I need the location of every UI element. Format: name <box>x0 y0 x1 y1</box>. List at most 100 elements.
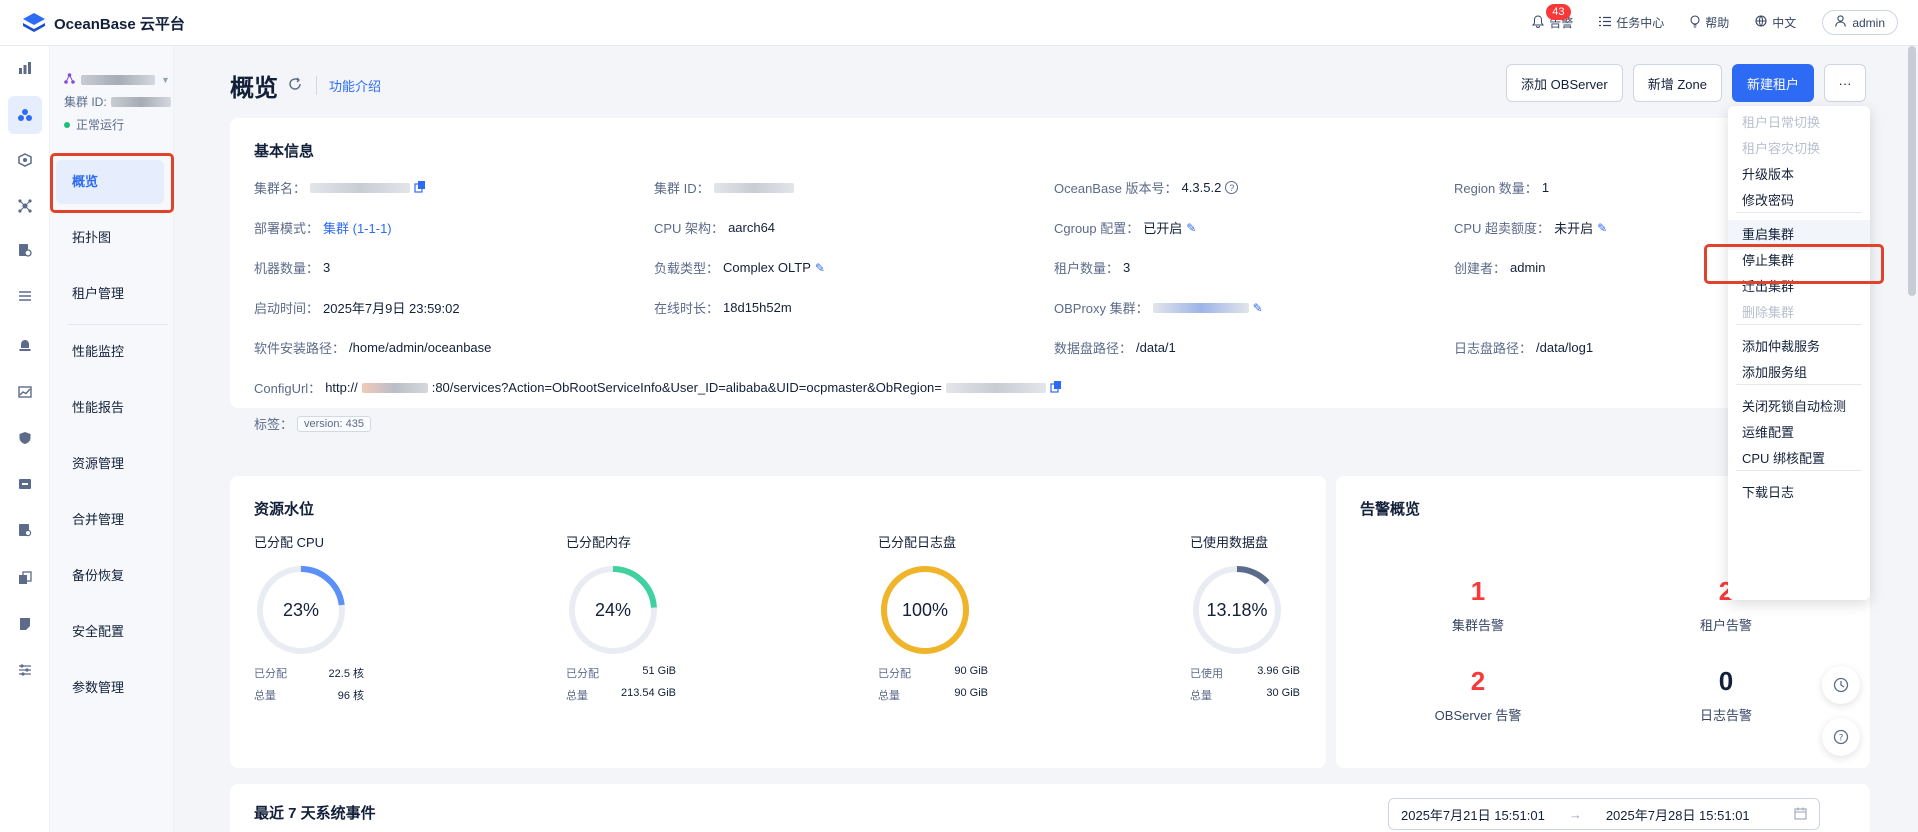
gauge-stat2-value: 96 核 <box>337 690 364 702</box>
cluster-alarm-count: 1 <box>1470 576 1486 606</box>
gauge-percent: 100% <box>901 599 949 620</box>
add-observer-button[interactable]: 添加 OBServer <box>1506 64 1623 102</box>
resource-gauge: 已使用数据盘 13.18% 已使用 3.96 GiB 总量 30 GiB <box>1190 532 1350 703</box>
nav-backup-restore[interactable]: 备份恢复 <box>62 554 174 598</box>
user-menu[interactable]: admin <box>1822 10 1898 35</box>
menu-lines-icon[interactable] <box>13 284 37 308</box>
alarm-menu[interactable]: 43 告警 <box>1532 4 1573 31</box>
gauge-stat2-value: 30 GiB <box>1266 687 1300 699</box>
task-center-menu[interactable]: 任务中心 <box>1599 14 1664 31</box>
user-icon <box>1835 15 1847 30</box>
language-menu[interactable]: 中文 <box>1755 14 1796 31</box>
language-label: 中文 <box>1772 16 1797 30</box>
nav-parameter-management[interactable]: 参数管理 <box>62 666 174 710</box>
config-url-label: ConfigUrl： <box>254 381 322 396</box>
help-menu[interactable]: 帮助 <box>1690 14 1729 31</box>
date-range-picker[interactable]: 2025年7月21日 15:51:01 → 2025年7月28日 15:51:0… <box>1388 798 1820 830</box>
uptime-label: 在线时长： <box>654 301 720 316</box>
deploy-mode-link[interactable]: 集群 (1-1-1) <box>323 218 392 237</box>
database-search-icon[interactable] <box>13 238 37 262</box>
start-time-label: 启动时间： <box>254 301 320 316</box>
copy-icon[interactable] <box>13 566 37 590</box>
new-tenant-button[interactable]: 新建租户 <box>1731 64 1814 102</box>
log-alarm-label: 日志告警 <box>1699 708 1752 723</box>
help-float-button[interactable]: ? <box>1822 718 1860 756</box>
sliders-icon[interactable] <box>13 658 37 682</box>
cluster-alarm-label: 集群告警 <box>1451 618 1504 633</box>
edit-cgroup-icon[interactable]: ✎ <box>1186 221 1196 235</box>
observer-alarm-stat[interactable]: 2 OBServer 告警 <box>1398 666 1558 724</box>
nav-performance-monitor[interactable]: 性能监控 <box>62 330 174 374</box>
nav-tenant-management[interactable]: 租户管理 <box>62 272 174 316</box>
bell-icon <box>1532 14 1545 31</box>
cluster-selector[interactable]: ▼ 集群 ID: 正常运行 <box>64 72 174 133</box>
config-url-region-redacted <box>945 382 1046 393</box>
tenant-count-label: 租户数量： <box>1054 261 1120 276</box>
ob-version-value: 4.3.5.2 <box>1181 180 1222 195</box>
ob-version-label: OceanBase 版本号： <box>1054 181 1178 196</box>
gauge-ring: 23% <box>254 563 348 657</box>
search-doc-icon[interactable] <box>13 518 37 542</box>
nav-security-config[interactable]: 安全配置 <box>62 610 174 654</box>
install-path-value: /home/admin/oceanbase <box>349 340 492 355</box>
gauge-stat2-value: 213.54 GiB <box>620 687 676 699</box>
nav-merge-management[interactable]: 合并管理 <box>62 498 174 542</box>
app-title: OceanBase 云平台 <box>54 15 185 33</box>
obproxy-value-redacted[interactable] <box>1152 302 1249 313</box>
region-count-value: 1 <box>1541 180 1550 195</box>
tenant-count-value: 3 <box>1123 260 1131 275</box>
user-name: admin <box>1852 15 1885 30</box>
more-actions-button[interactable]: ··· <box>1824 64 1866 102</box>
basic-info-card: 基本信息 集群名： 集群 ID： OceanBase 版本号： 4.3.5.2 … <box>230 118 1870 432</box>
document-icon[interactable] <box>13 612 37 636</box>
cluster-name-label: 集群名： <box>254 181 307 196</box>
creator-value: admin <box>1510 260 1546 275</box>
config-url-path: :80/services?Action=ObRootServiceInfo&Us… <box>431 380 942 395</box>
gauge-stat2-label: 总量 <box>878 690 900 702</box>
history-float-button[interactable] <box>1822 666 1860 704</box>
box-icon[interactable] <box>13 472 37 496</box>
machine-count-label: 机器数量： <box>254 261 320 276</box>
tenant-alarm-label: 租户告警 <box>1699 618 1752 633</box>
svg-text:?: ? <box>1839 734 1844 744</box>
dashboard-icon[interactable] <box>13 56 37 80</box>
gauge-percent: 24% <box>594 599 632 620</box>
nav-performance-report[interactable]: 性能报告 <box>62 386 174 430</box>
dropdown-divider <box>1736 324 1862 325</box>
gauge-stat2-value: 90 GiB <box>954 687 988 699</box>
observer-alarm-label: OBServer 告警 <box>1434 708 1522 723</box>
edit-load-type-icon[interactable]: ✎ <box>815 261 825 275</box>
edit-obproxy-icon[interactable]: ✎ <box>1253 301 1263 315</box>
edit-cpu-oversell-icon[interactable]: ✎ <box>1597 221 1607 235</box>
main-content: 概览 功能介绍 添加 OBServer 新增 Zone 新建租户 ··· 基本信… <box>174 46 1918 832</box>
gauge-title: 已分配日志盘 <box>878 535 957 550</box>
app-logo[interactable]: OceanBase 云平台 <box>22 12 185 34</box>
copy-cluster-name-icon[interactable] <box>414 180 426 196</box>
refresh-icon[interactable] <box>288 77 302 94</box>
page-scrollbar[interactable] <box>1908 46 1916 296</box>
chart-area-icon[interactable] <box>13 380 37 404</box>
log-alarm-stat[interactable]: 0 日志告警 <box>1646 666 1806 724</box>
resource-title: 资源水位 <box>254 501 315 518</box>
gauge-ring: 100% <box>878 563 972 657</box>
chevron-down-icon: ▼ <box>161 74 170 85</box>
cluster-id-redacted <box>110 96 171 107</box>
bulb-icon <box>1690 14 1700 31</box>
help-circle-icon[interactable]: ? <box>1225 181 1239 194</box>
cluster-alarm-stat[interactable]: 1 集群告警 <box>1398 576 1558 634</box>
tenant-icon[interactable] <box>13 148 37 172</box>
nav-resource-management[interactable]: 资源管理 <box>62 442 174 486</box>
feature-intro-link[interactable]: 功能介绍 <box>316 76 381 95</box>
region-count-label: Region 数量： <box>1454 181 1538 196</box>
topology-icon[interactable] <box>13 194 37 218</box>
add-zone-button[interactable]: 新增 Zone <box>1632 64 1722 102</box>
nav-topology[interactable]: 拓扑图 <box>62 216 174 260</box>
more-actions-dropdown: 租户日常切换 租户容灾切换 升级版本 修改密码 重启集群 停止集群 迁出集群 删除集群 添加仲裁… <box>1728 106 1870 600</box>
dropdown-item[interactable]: 下载日志 <box>1728 478 1870 508</box>
cluster-icon[interactable] <box>8 96 42 134</box>
copy-config-url-icon[interactable] <box>1050 380 1062 396</box>
alert-bell-icon[interactable] <box>13 334 37 358</box>
icon-rail <box>0 46 50 832</box>
cpu-oversell-label: CPU 超卖额度： <box>1454 221 1551 236</box>
shield-icon[interactable] <box>13 426 37 450</box>
